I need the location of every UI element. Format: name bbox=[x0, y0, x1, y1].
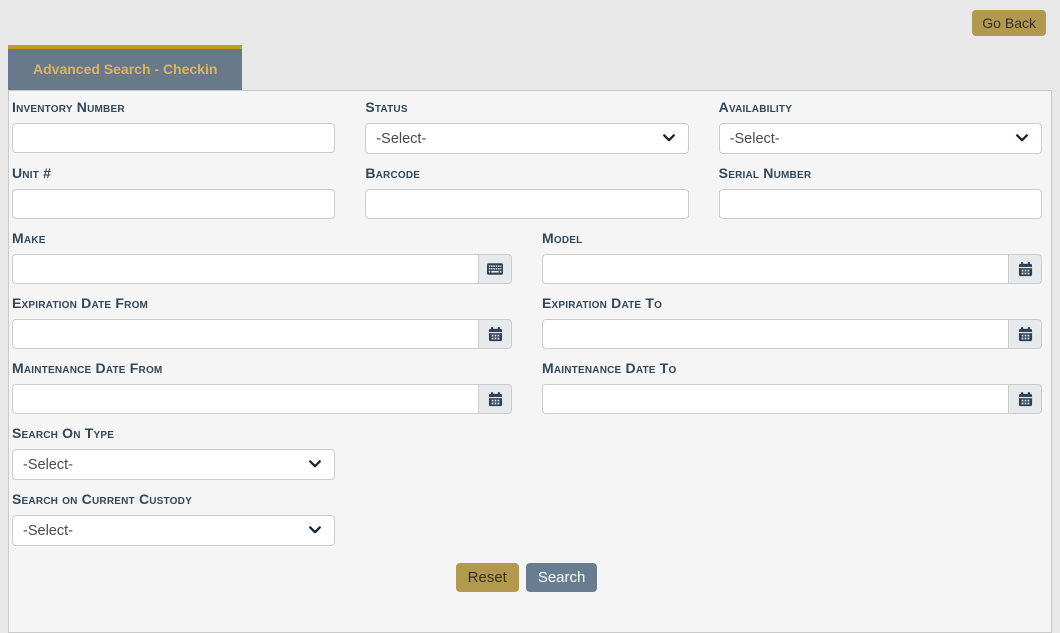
maintenance-date-to-label: Maintenance Date To bbox=[542, 361, 1042, 375]
advanced-search-panel: Inventory Number Status -Select- Availab… bbox=[8, 90, 1052, 633]
field-barcode: Barcode bbox=[365, 166, 688, 219]
calendar-icon[interactable] bbox=[1009, 254, 1042, 284]
serial-number-input[interactable] bbox=[719, 189, 1042, 219]
maintenance-date-to-input[interactable] bbox=[542, 384, 1009, 414]
calendar-icon[interactable] bbox=[479, 384, 512, 414]
field-status: Status -Select- bbox=[365, 100, 688, 154]
make-input-group bbox=[12, 254, 512, 284]
search-on-current-custody-select-wrap: -Select- bbox=[12, 515, 335, 546]
expiration-date-from-label: Expiration Date From bbox=[12, 296, 512, 310]
expiration-date-from-input-group bbox=[12, 319, 512, 349]
availability-label: Availability bbox=[719, 100, 1042, 114]
form-row-1: Inventory Number Status -Select- Availab… bbox=[11, 100, 1042, 154]
form-row-6: Search On Type -Select- bbox=[11, 426, 1042, 480]
top-bar: Go Back bbox=[0, 0, 1060, 45]
tab-advanced-search-checkin[interactable]: Advanced Search - Checkin bbox=[8, 45, 242, 90]
model-label: Model bbox=[542, 231, 1042, 245]
serial-number-label: Serial Number bbox=[719, 166, 1042, 180]
form-row-2: Unit # Barcode Serial Number bbox=[11, 166, 1042, 219]
inventory-number-input[interactable] bbox=[12, 123, 335, 153]
form-actions: Reset Search bbox=[11, 563, 1042, 592]
field-expiration-date-to: Expiration Date To bbox=[542, 296, 1042, 349]
availability-select-wrap: -Select- bbox=[719, 123, 1042, 154]
model-input[interactable] bbox=[542, 254, 1009, 284]
search-on-type-select-wrap: -Select- bbox=[12, 449, 335, 480]
keyboard-icon[interactable] bbox=[479, 254, 512, 284]
field-make: Make bbox=[12, 231, 512, 284]
search-on-current-custody-label: Search on Current Custody bbox=[12, 492, 335, 506]
field-model: Model bbox=[542, 231, 1042, 284]
maintenance-date-from-input-group bbox=[12, 384, 512, 414]
status-select[interactable]: -Select- bbox=[365, 123, 688, 154]
go-back-button[interactable]: Go Back bbox=[972, 10, 1046, 36]
maintenance-date-from-label: Maintenance Date From bbox=[12, 361, 512, 375]
field-search-on-current-custody: Search on Current Custody -Select- bbox=[12, 492, 335, 546]
search-on-type-select[interactable]: -Select- bbox=[12, 449, 335, 480]
calendar-icon[interactable] bbox=[1009, 384, 1042, 414]
tab-title: Advanced Search - Checkin bbox=[33, 61, 217, 77]
field-inventory-number: Inventory Number bbox=[12, 100, 335, 154]
form-row-4: Expiration Date From bbox=[11, 296, 1042, 349]
search-button[interactable]: Search bbox=[526, 563, 598, 592]
status-select-wrap: -Select- bbox=[365, 123, 688, 154]
field-serial-number: Serial Number bbox=[719, 166, 1042, 219]
expiration-date-from-input[interactable] bbox=[12, 319, 479, 349]
form-row-7: Search on Current Custody -Select- bbox=[11, 492, 1042, 546]
unit-number-input[interactable] bbox=[12, 189, 335, 219]
inventory-number-label: Inventory Number bbox=[12, 100, 335, 114]
form-row-5: Maintenance Date From bbox=[11, 361, 1042, 414]
expiration-date-to-label: Expiration Date To bbox=[542, 296, 1042, 310]
maintenance-date-to-input-group bbox=[542, 384, 1042, 414]
make-label: Make bbox=[12, 231, 512, 245]
model-input-group bbox=[542, 254, 1042, 284]
search-on-type-label: Search On Type bbox=[12, 426, 335, 440]
make-input[interactable] bbox=[12, 254, 479, 284]
barcode-input[interactable] bbox=[365, 189, 688, 219]
search-on-current-custody-select[interactable]: -Select- bbox=[12, 515, 335, 546]
status-label: Status bbox=[365, 100, 688, 114]
field-unit-number: Unit # bbox=[12, 166, 335, 219]
availability-select[interactable]: -Select- bbox=[719, 123, 1042, 154]
field-maintenance-date-to: Maintenance Date To bbox=[542, 361, 1042, 414]
form-row-3: Make Model bbox=[11, 231, 1042, 284]
calendar-icon[interactable] bbox=[479, 319, 512, 349]
field-maintenance-date-from: Maintenance Date From bbox=[12, 361, 512, 414]
field-expiration-date-from: Expiration Date From bbox=[12, 296, 512, 349]
maintenance-date-from-input[interactable] bbox=[12, 384, 479, 414]
field-availability: Availability -Select- bbox=[719, 100, 1042, 154]
unit-number-label: Unit # bbox=[12, 166, 335, 180]
reset-button[interactable]: Reset bbox=[456, 563, 519, 592]
expiration-date-to-input[interactable] bbox=[542, 319, 1009, 349]
barcode-label: Barcode bbox=[365, 166, 688, 180]
field-search-on-type: Search On Type -Select- bbox=[12, 426, 335, 480]
calendar-icon[interactable] bbox=[1009, 319, 1042, 349]
expiration-date-to-input-group bbox=[542, 319, 1042, 349]
